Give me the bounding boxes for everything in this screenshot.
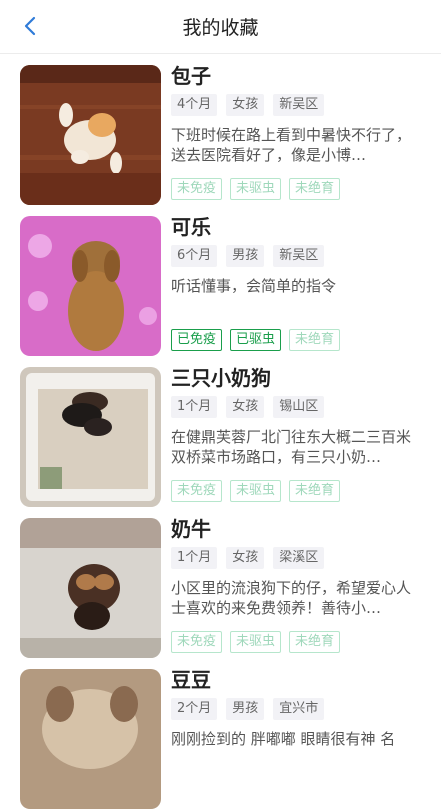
sterilization-badge: 未绝育 xyxy=(289,480,341,502)
pet-name: 奶牛 xyxy=(171,517,211,541)
pet-card[interactable]: 包子 4个月 女孩 新吴区 下班时候在路上看到中暑快不行了，送去医院看好了，像是… xyxy=(20,64,441,205)
pet-description: 在健鼎芙蓉厂北门往东大概二三百米双桥菜市场路口，有三只小奶… xyxy=(171,428,412,466)
gender-tag: 男孩 xyxy=(226,245,265,267)
deworming-badge: 未驱虫 xyxy=(230,631,282,653)
age-tag: 1个月 xyxy=(171,396,218,418)
district-tag: 宜兴市 xyxy=(273,698,325,720)
pet-name: 可乐 xyxy=(171,215,211,239)
pet-card[interactable]: 奶牛 1个月 女孩 梁溪区 小区里的流浪狗下的仔，希望爱心人士喜欢的来免费领养！… xyxy=(20,517,441,658)
back-button[interactable] xyxy=(18,14,42,38)
deworming-badge: 未驱虫 xyxy=(230,480,282,502)
gender-tag: 男孩 xyxy=(226,698,265,720)
vaccination-badge: 未免疫 xyxy=(171,631,223,653)
sterilization-badge: 未绝育 xyxy=(289,329,341,351)
pet-photo xyxy=(20,367,161,507)
district-tag: 梁溪区 xyxy=(273,547,325,569)
age-tag: 2个月 xyxy=(171,698,218,720)
district-tag: 新吴区 xyxy=(273,94,325,116)
vaccination-badge: 已免疫 xyxy=(171,329,223,351)
deworming-badge: 已驱虫 xyxy=(230,329,282,351)
district-tag: 新吴区 xyxy=(273,245,325,267)
pet-photo xyxy=(20,65,161,205)
deworming-badge: 未驱虫 xyxy=(230,178,282,200)
age-tag: 4个月 xyxy=(171,94,218,116)
pet-card[interactable]: 可乐 6个月 男孩 新吴区 听话懂事，会简单的指令 已免疫 已驱虫 未绝育 xyxy=(20,215,441,356)
district-tag: 锡山区 xyxy=(273,396,325,418)
sterilization-badge: 未绝育 xyxy=(289,178,341,200)
gender-tag: 女孩 xyxy=(226,396,265,418)
vaccination-badge: 未免疫 xyxy=(171,178,223,200)
vaccination-badge: 未免疫 xyxy=(171,480,223,502)
sterilization-badge: 未绝育 xyxy=(289,631,341,653)
pet-description: 听话懂事，会简单的指令 xyxy=(171,277,337,295)
age-tag: 6个月 xyxy=(171,245,218,267)
chevron-left-icon xyxy=(24,16,36,36)
pet-description: 刚刚捡到的 胖嘟嘟 眼睛很有神 名 xyxy=(171,730,396,748)
page-title: 我的收藏 xyxy=(182,17,259,39)
pet-photo xyxy=(20,518,161,658)
pet-photo xyxy=(20,669,161,809)
age-tag: 1个月 xyxy=(171,547,218,569)
pet-card[interactable]: 豆豆 2个月 男孩 宜兴市 刚刚捡到的 胖嘟嘟 眼睛很有神 名 xyxy=(20,668,441,809)
gender-tag: 女孩 xyxy=(226,94,265,116)
pet-name: 三只小奶狗 xyxy=(171,366,271,390)
gender-tag: 女孩 xyxy=(226,547,265,569)
favorites-list: 包子 4个月 女孩 新吴区 下班时候在路上看到中暑快不行了，送去医院看好了，像是… xyxy=(0,64,441,809)
pet-name: 包子 xyxy=(171,64,211,88)
pet-photo xyxy=(20,216,161,356)
pet-description: 下班时候在路上看到中暑快不行了，送去医院看好了，像是小博… xyxy=(171,126,412,164)
pet-description: 小区里的流浪狗下的仔，希望爱心人士喜欢的来免费领养！善待小… xyxy=(171,579,412,617)
pet-name: 豆豆 xyxy=(171,668,211,692)
pet-card[interactable]: 三只小奶狗 1个月 女孩 锡山区 在健鼎芙蓉厂北门往东大概二三百米双桥菜市场路口… xyxy=(20,366,441,507)
nav-bar: 我的收藏 xyxy=(0,0,441,54)
